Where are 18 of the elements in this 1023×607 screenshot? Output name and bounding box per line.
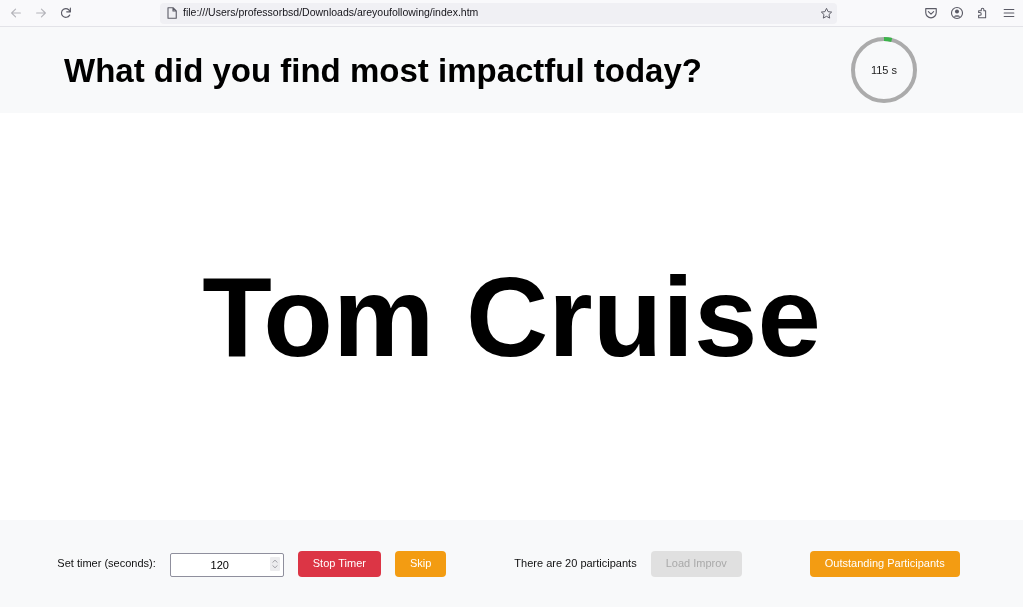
page-icon bbox=[167, 7, 177, 19]
forward-arrow-icon bbox=[34, 6, 48, 20]
reload-icon bbox=[59, 6, 73, 20]
participants-count-text: There are 20 participants bbox=[514, 556, 637, 572]
answer-text: Tom Cruise bbox=[202, 259, 821, 374]
back-arrow-icon bbox=[9, 6, 23, 20]
timer-ring bbox=[851, 37, 917, 103]
address-bar[interactable]: file:///Users/professorbsd/Downloads/areyoufollowing/index.htm bbox=[160, 2, 837, 24]
action-button[interactable]: Stop Timer bbox=[297, 550, 381, 577]
timer-label: Set timer (seconds): bbox=[57, 556, 156, 572]
chevron-shield-icon bbox=[924, 6, 938, 20]
account-icon bbox=[950, 6, 964, 20]
question-title: What did you find most impactful today? bbox=[64, 53, 702, 87]
url-text: file:///Users/professorbsd/Downloads/areyoufollowing/index.htm bbox=[183, 5, 479, 21]
menu-icon bbox=[1002, 6, 1016, 20]
timer-reading: 115 s bbox=[870, 62, 898, 78]
star-icon[interactable] bbox=[820, 6, 833, 20]
timer-input[interactable]: 120 bbox=[169, 552, 284, 577]
